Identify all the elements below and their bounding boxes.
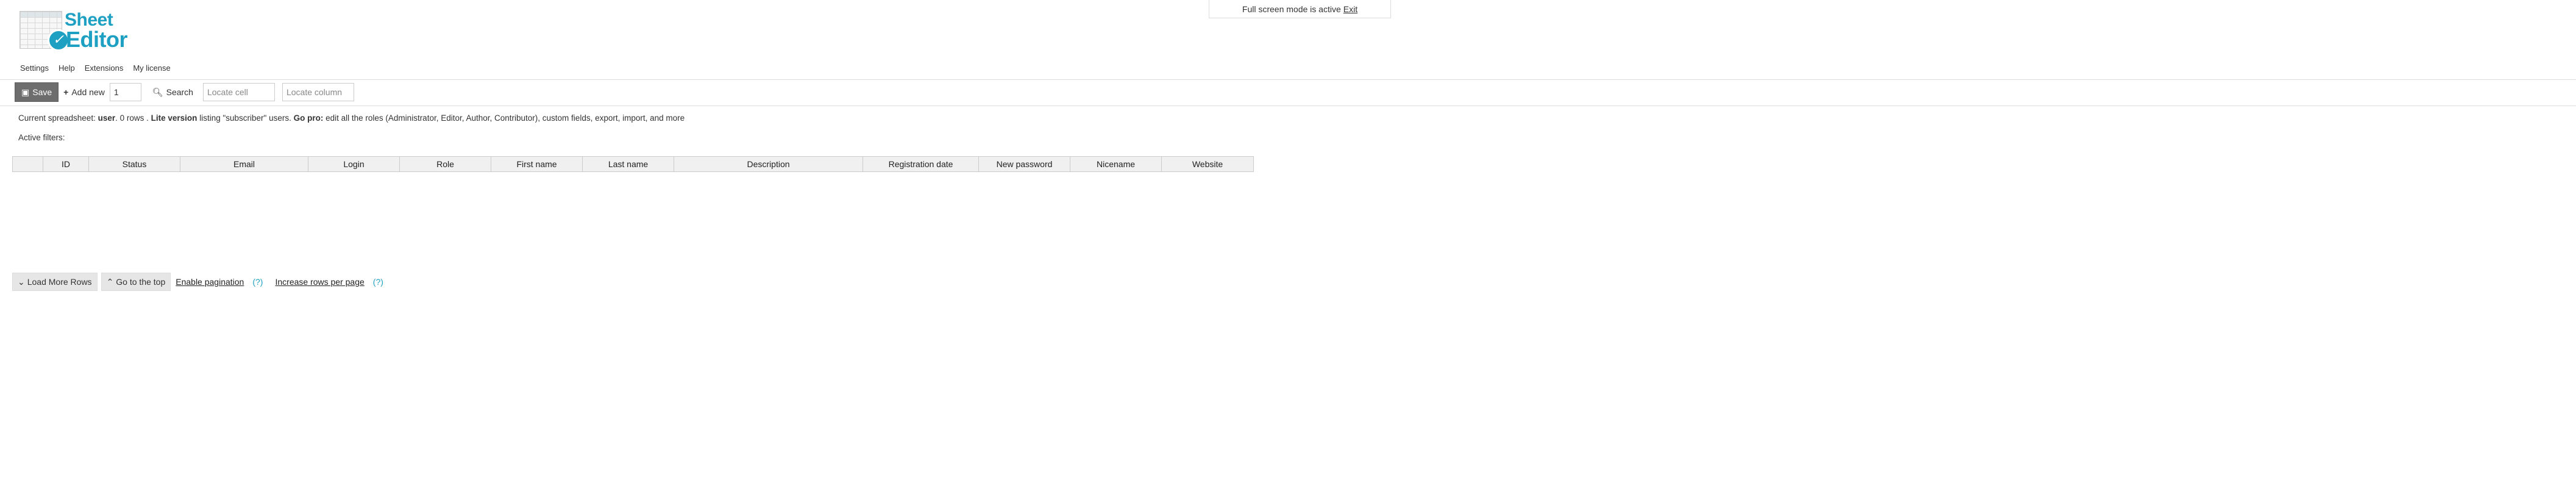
status-sheet-name: user <box>98 113 116 123</box>
floppy-disk-icon: ▣ <box>21 87 30 97</box>
column-header-id[interactable]: ID <box>43 157 89 171</box>
search-label: Search <box>166 87 193 97</box>
go-pro-desc: edit all the roles (Administrator, Edito… <box>326 113 685 123</box>
toolbar: ▣ Save + Add new 🔍︎ Search <box>15 82 354 102</box>
search-button[interactable]: 🔍︎ Search <box>148 82 198 102</box>
column-header-email[interactable]: Email <box>180 157 308 171</box>
chevron-down-icon: ⌄ <box>18 276 25 287</box>
column-header-select[interactable] <box>13 157 43 171</box>
go-pro-label: Go pro: <box>293 113 324 123</box>
column-header-new-password[interactable]: New password <box>979 157 1070 171</box>
fullscreen-text: Full screen mode is active <box>1242 4 1341 14</box>
save-label: Save <box>32 87 52 97</box>
add-new-count-input[interactable] <box>109 83 141 101</box>
divider <box>0 79 2576 80</box>
column-header-description[interactable]: Description <box>674 157 863 171</box>
save-button[interactable]: ▣ Save <box>15 82 59 102</box>
exit-fullscreen-link[interactable]: Exit <box>1343 4 1357 14</box>
add-new-button[interactable]: + Add new <box>59 82 110 102</box>
pagination-help-link[interactable]: (?) <box>252 277 263 287</box>
plus-icon: + <box>63 87 69 97</box>
locate-cell-input[interactable] <box>202 83 275 101</box>
status-prefix: Current spreadsheet: <box>18 113 96 123</box>
add-new-label: Add new <box>71 87 105 97</box>
column-header-registration-date[interactable]: Registration date <box>863 157 979 171</box>
column-header-role[interactable]: Role <box>400 157 491 171</box>
column-header-first-name[interactable]: First name <box>491 157 583 171</box>
menu-extensions[interactable]: Extensions <box>80 63 129 73</box>
fullscreen-notice: Full screen mode is active Exit <box>1209 0 1391 18</box>
active-filters: Active filters: <box>18 133 65 142</box>
spreadsheet-status: Current spreadsheet: user. 0 rows . Lite… <box>18 113 685 123</box>
chevron-up-icon: ⌃ <box>106 276 114 287</box>
lite-version-label: Lite version <box>151 113 197 123</box>
rows-help-link[interactable]: (?) <box>373 277 383 287</box>
app-logo: ✓ Sheet Editor <box>18 7 128 52</box>
load-more-rows-button[interactable]: ⌄ Load More Rows <box>12 273 98 291</box>
load-more-label: Load More Rows <box>27 277 92 287</box>
menu-my-license[interactable]: My license <box>128 63 175 73</box>
enable-pagination-link[interactable]: Enable pagination <box>176 277 244 287</box>
top-menu: Settings Help Extensions My license <box>18 63 176 73</box>
column-header-login[interactable]: Login <box>308 157 400 171</box>
lite-version-desc: listing "subscriber" users. <box>199 113 291 123</box>
column-header-last-name[interactable]: Last name <box>583 157 674 171</box>
column-header-nicename[interactable]: Nicename <box>1070 157 1162 171</box>
bottom-controls: ⌄ Load More Rows ⌃ Go to the top Enable … <box>12 273 394 291</box>
go-to-top-button[interactable]: ⌃ Go to the top <box>101 273 171 291</box>
menu-help[interactable]: Help <box>54 63 80 73</box>
go-top-label: Go to the top <box>116 277 166 287</box>
increase-rows-link[interactable]: Increase rows per page <box>275 277 364 287</box>
column-header-status[interactable]: Status <box>89 157 180 171</box>
column-header-website[interactable]: Website <box>1162 157 1253 171</box>
spreadsheet-header-row: ID Status Email Login Role First name La… <box>12 156 1254 172</box>
logo-text-editor: Editor <box>66 27 128 52</box>
status-row-count: . 0 rows . <box>115 113 149 123</box>
menu-settings[interactable]: Settings <box>18 63 54 73</box>
search-icon: 🔍︎ <box>152 87 163 97</box>
locate-column-input[interactable] <box>282 83 354 101</box>
